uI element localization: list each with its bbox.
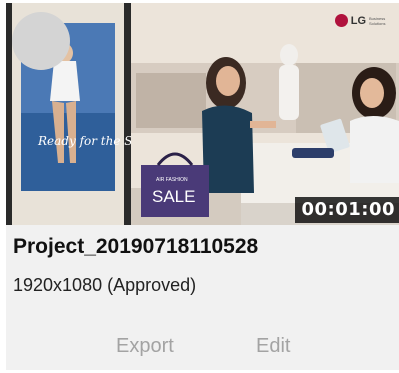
brand-logo: LG Business Solutions <box>334 14 391 27</box>
brand-name: LG <box>350 14 366 27</box>
export-button[interactable]: Export <box>116 335 174 358</box>
project-resolution-status: 1920x1080 (Approved) <box>13 275 197 295</box>
bag-small-text: AIR FASHION <box>156 177 188 183</box>
card-actions: Export Edit <box>6 335 399 361</box>
project-thumbnail[interactable]: Ready for the Summer! AIR FASHION SALE L… <box>6 3 399 225</box>
edit-button[interactable]: Edit <box>256 335 290 358</box>
project-card[interactable]: Ready for the Summer! AIR FASHION SALE L… <box>6 3 399 370</box>
avatar-placeholder <box>12 12 70 70</box>
lg-logo-icon <box>334 14 348 27</box>
bag-sale-text: SALE <box>152 187 195 206</box>
brand-sub: Business Solutions <box>369 15 386 26</box>
project-title: Project_20190718110528 <box>13 235 259 258</box>
duration-badge: 00:01:00 <box>295 197 399 223</box>
